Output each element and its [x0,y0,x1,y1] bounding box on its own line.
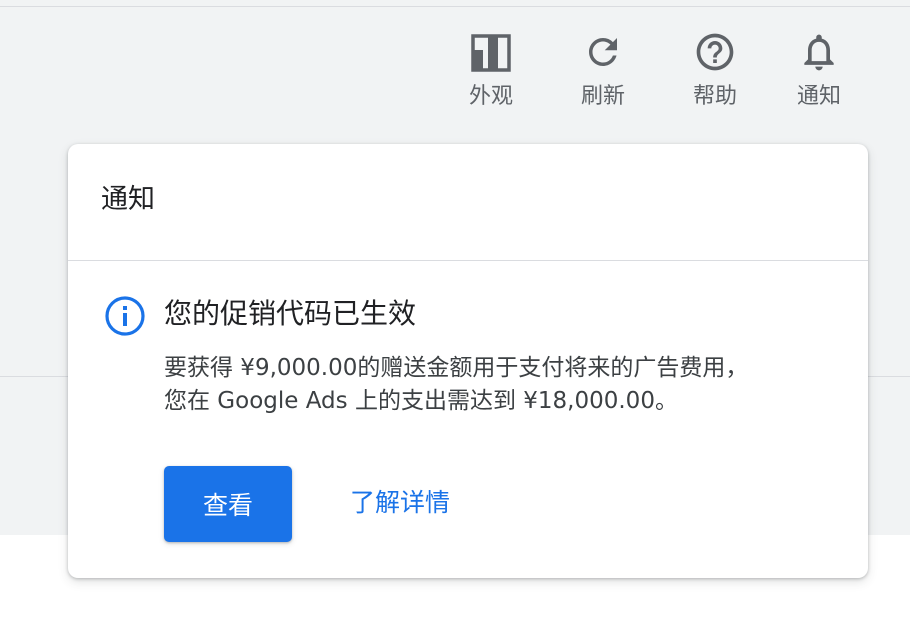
appearance-label: 外观 [468,84,513,109]
panel-title: 通知 [101,184,155,215]
view-button[interactable]: 查看 [164,466,292,542]
notifications-label: 通知 [796,84,841,109]
panel-divider [68,260,868,261]
info-icon [104,295,146,337]
appearance-button[interactable]: 外观 [446,28,536,118]
notice-body: 要获得 ¥9,000.00的赠送金额用于支付将来的广告费用，您在 Google … [164,355,749,414]
bell-icon [795,28,843,76]
notice-title: 您的促销代码已生效 [164,297,417,330]
refresh-icon [579,28,627,76]
help-label: 帮助 [692,84,737,109]
appearance-icon [467,28,515,76]
top-divider [0,6,910,7]
top-toolbar: 外观 刷新 帮助 通知 [0,28,910,118]
refresh-label: 刷新 [580,84,625,109]
help-icon [691,28,739,76]
help-button[interactable]: 帮助 [670,28,760,118]
refresh-button[interactable]: 刷新 [558,28,648,118]
notifications-button[interactable]: 通知 [774,28,864,118]
notifications-panel: 通知 您的促销代码已生效 要获得 ¥9,000.00的赠送金额用于支付将来的广告… [68,144,868,578]
learn-more-link[interactable]: 了解详情 [350,486,450,520]
